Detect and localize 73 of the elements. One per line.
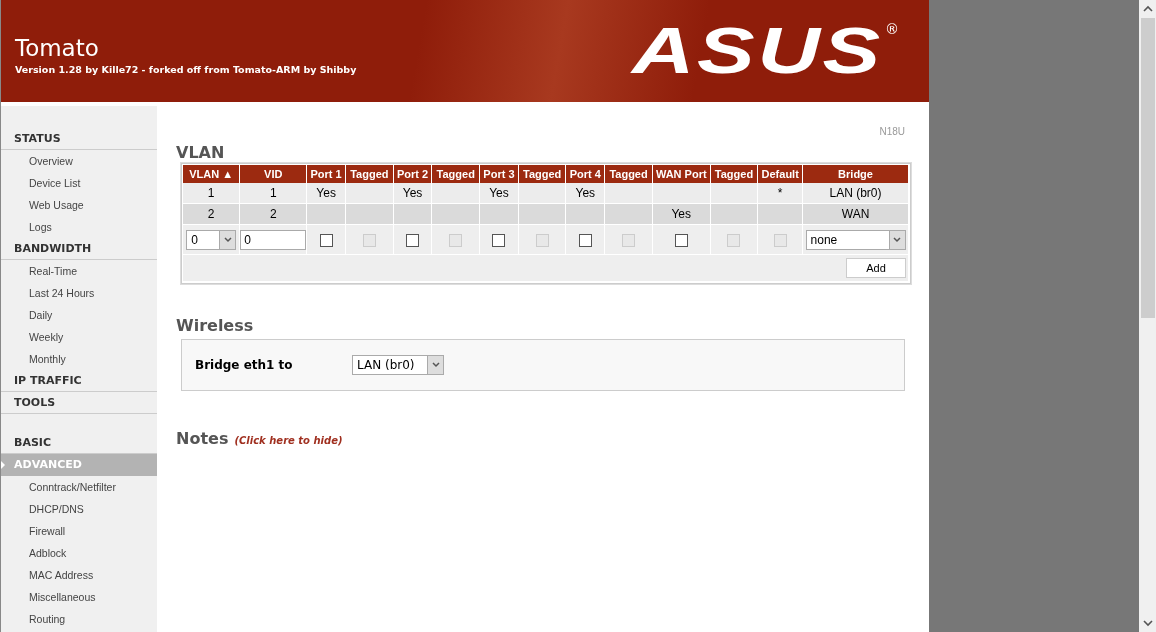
sidebar-section[interactable]: IP TRAFFIC [1, 370, 157, 392]
chevron-down-icon [223, 236, 232, 243]
sidebar-section[interactable]: BANDWIDTH [1, 238, 157, 260]
sidebar-item[interactable]: Weekly [1, 326, 157, 348]
scrollbar[interactable] [1139, 0, 1156, 632]
sidebar-item[interactable]: Device List [1, 172, 157, 194]
table-cell: 2 [207, 207, 215, 221]
column-header[interactable]: Tagged [345, 165, 394, 183]
scroll-down-icon[interactable] [1142, 619, 1153, 627]
column-header[interactable]: Tagged [518, 165, 566, 183]
chevron-down-icon [893, 236, 902, 243]
sidebar-item[interactable]: DHCP/DNS [1, 498, 157, 520]
sidebar-item[interactable]: MAC Address [1, 564, 157, 586]
dropdown-field[interactable]: LAN (br0) [352, 355, 444, 375]
checkbox[interactable] [406, 233, 419, 247]
app-title: Tomato [15, 33, 99, 62]
column-header[interactable]: VLAN ▲ [183, 165, 240, 183]
column-header[interactable]: WAN Port [652, 165, 711, 183]
sidebar-item[interactable]: Routing [1, 608, 157, 630]
sidebar-item[interactable]: Monthly [1, 348, 157, 370]
section-heading: VLAN [176, 143, 226, 162]
column-header[interactable]: Tagged [710, 165, 758, 183]
sidebar-item[interactable]: Logs [1, 216, 157, 238]
sidebar-section[interactable]: TOOLS [1, 392, 157, 414]
checkbox[interactable] [674, 233, 688, 247]
table-cell: 2 [269, 207, 277, 221]
field-label: Bridge eth1 to [195, 358, 294, 372]
sidebar-item[interactable]: Real-Time [1, 260, 157, 282]
column-header[interactable]: Bridge [802, 165, 909, 183]
chevron-down-icon [431, 362, 440, 368]
table-cell: WAN [841, 207, 870, 221]
column-header[interactable]: Port 4 [565, 165, 605, 183]
dropdown-field[interactable]: 0 [186, 229, 237, 250]
table-cell: 1 [269, 186, 277, 200]
column-header[interactable]: Port 3 [479, 165, 519, 183]
column-header[interactable]: Tagged [604, 165, 653, 183]
sidebar-section[interactable]: STATUS [1, 128, 157, 150]
sidebar-item[interactable]: Miscellaneous [1, 586, 157, 608]
table-cell: Yes [316, 186, 336, 200]
scroll-up-icon[interactable] [1142, 5, 1153, 13]
column-header[interactable]: VID [239, 165, 307, 183]
vid-input[interactable]: 0 [240, 229, 307, 250]
table-cell: 1 [207, 186, 215, 200]
table-cell: * [777, 186, 783, 200]
dropdown-field[interactable]: none [805, 229, 906, 250]
section-heading: Notes [176, 429, 229, 448]
table-cell: Yes [575, 186, 596, 200]
table-cell: Yes [489, 186, 509, 200]
sidebar-item[interactable]: Last 24 Hours [1, 282, 157, 304]
table-cell: Yes [671, 207, 692, 221]
model-name: N18U [879, 126, 905, 137]
version-text: Version 1.28 by Kille72 - forked off from Tomato-ARM by Shibby [15, 63, 357, 75]
checkbox[interactable] [492, 233, 506, 247]
scrollbar-thumb[interactable] [1140, 18, 1155, 318]
sidebar-item[interactable]: Conntrack/Netfilter [1, 476, 157, 498]
sidebar-item[interactable]: Firewall [1, 520, 157, 542]
sidebar-item[interactable]: Web Usage [1, 194, 157, 216]
table-cell: Yes [402, 186, 423, 200]
checkbox[interactable] [578, 233, 592, 247]
add-button[interactable]: Add [846, 258, 906, 278]
hide-link[interactable]: (Click here to hide) [234, 435, 343, 446]
sidebar-item[interactable]: Daily [1, 304, 157, 326]
checkbox[interactable] [319, 233, 333, 247]
column-header[interactable]: Default [757, 165, 803, 183]
section-heading: Wireless [176, 316, 255, 335]
registered-mark: ® [885, 21, 899, 37]
sidebar-item[interactable]: Overview [1, 150, 157, 172]
column-header[interactable]: Port 2 [393, 165, 432, 183]
sidebar-item[interactable]: Adblock [1, 542, 157, 564]
column-header[interactable]: Port 1 [306, 165, 346, 183]
table-cell: LAN (br0) [829, 186, 882, 200]
column-header[interactable]: Tagged [431, 165, 480, 183]
brand-logo: ASUS [632, 21, 883, 81]
